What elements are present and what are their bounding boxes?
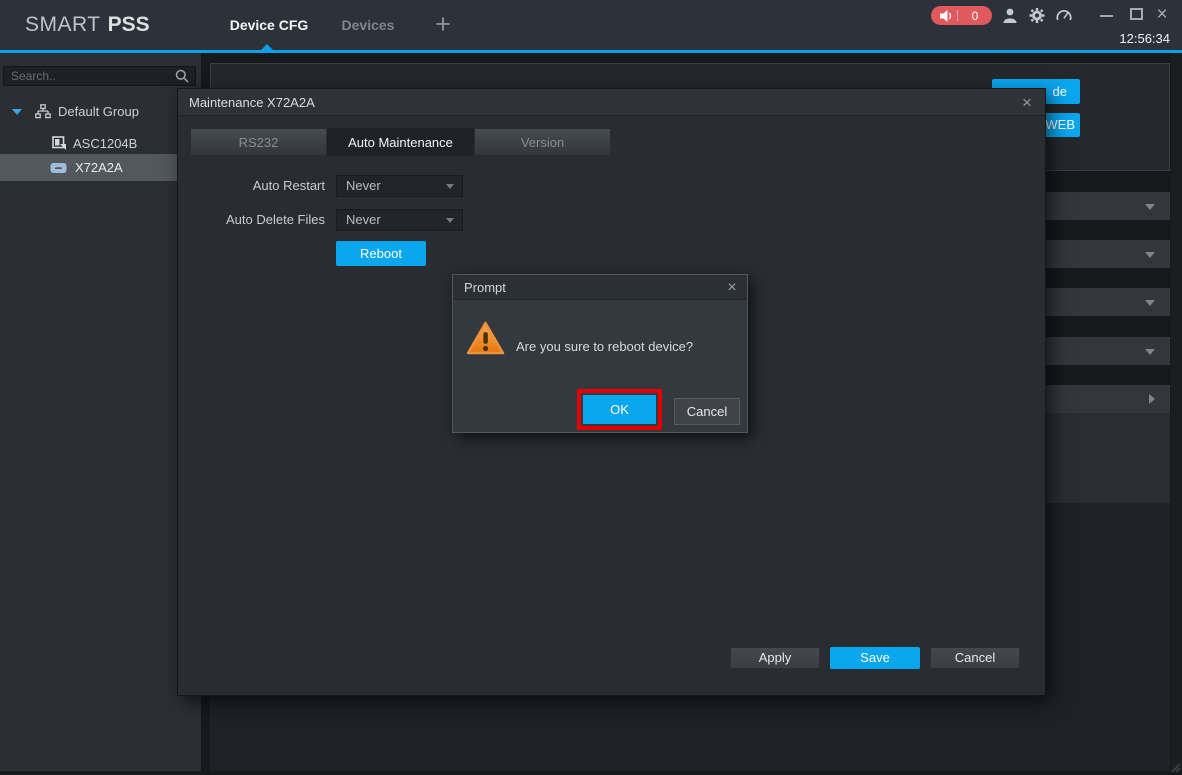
expand-caret-icon[interactable] (12, 108, 22, 115)
selected-value: Never (346, 212, 381, 227)
alarm-count: 0 (971, 8, 979, 23)
prompt-message: Are you sure to reboot device? (516, 339, 694, 354)
dialog-title: Maintenance X72A2A (189, 95, 315, 110)
tab-devices[interactable]: Devices (336, 0, 400, 50)
device-label: ASC1204B (73, 136, 138, 151)
cancel-button[interactable]: Cancel (930, 647, 1020, 669)
tree-item-default-group[interactable]: Default Group (0, 98, 201, 125)
user-icon[interactable] (1002, 7, 1018, 24)
save-button[interactable]: Save (830, 647, 920, 669)
right-gutter (1171, 53, 1182, 771)
apply-button[interactable]: Apply (730, 647, 820, 669)
search-box[interactable] (3, 66, 196, 86)
gear-icon[interactable] (1029, 7, 1045, 24)
gauge-icon[interactable] (1056, 7, 1072, 24)
controller-device-icon (52, 136, 66, 150)
app-window: SMART PSS Device CFG Devices + 0 × 12:56… (0, 0, 1182, 775)
prompt-dialog: Prompt × Are you sure to reboot device? … (452, 274, 748, 433)
device-tree-sidebar: Default Group ASC1204B X72A2A (0, 53, 201, 771)
auto-restart-label: Auto Restart (252, 178, 325, 193)
ok-button[interactable]: OK (583, 395, 656, 424)
auto-restart-select[interactable]: Never (336, 175, 463, 197)
warning-icon (466, 321, 505, 355)
prompt-close-icon[interactable]: × (721, 275, 743, 300)
chevron-down-icon (446, 218, 454, 223)
tree-item-asc1204b[interactable]: ASC1204B (0, 130, 201, 157)
auto-delete-files-select[interactable]: Never (336, 209, 463, 231)
tab-auto-maintenance[interactable]: Auto Maintenance (327, 128, 474, 156)
app-logo: SMART PSS (25, 0, 150, 50)
click-target-annotation: OK (577, 389, 662, 430)
dialog-close-icon[interactable]: × (1015, 89, 1039, 116)
tab-rs232[interactable]: RS232 (190, 128, 327, 156)
search-icon[interactable] (175, 69, 189, 83)
resize-grip[interactable] (1168, 760, 1180, 772)
prompt-title-bar[interactable]: Prompt × (453, 275, 747, 300)
prompt-title: Prompt (464, 280, 506, 295)
group-label: Default Group (58, 104, 139, 119)
prompt-cancel-button[interactable]: Cancel (674, 398, 740, 425)
clock: 12:56:34 (1119, 31, 1170, 46)
dialog-title-bar[interactable]: Maintenance X72A2A × (178, 89, 1045, 116)
chevron-right-icon[interactable] (1149, 394, 1155, 404)
window-close-button[interactable]: × (1152, 2, 1172, 28)
device-label: X72A2A (75, 160, 123, 175)
speaker-icon (940, 9, 952, 22)
group-icon (35, 104, 51, 119)
chevron-down-icon[interactable] (1145, 252, 1155, 258)
device-icon (50, 162, 67, 173)
chevron-down-icon[interactable] (1145, 300, 1155, 306)
selected-value: Never (346, 178, 381, 193)
reboot-button[interactable]: Reboot (336, 241, 426, 266)
top-bar: SMART PSS Device CFG Devices + 0 × 12:56… (0, 0, 1182, 53)
tab-version[interactable]: Version (474, 128, 611, 156)
logo-smart: SMART (25, 13, 101, 36)
tab-device-cfg[interactable]: Device CFG (224, 0, 314, 50)
maximize-button[interactable] (1130, 8, 1143, 20)
logo-pss: PSS (107, 13, 150, 36)
chevron-down-icon[interactable] (1145, 349, 1155, 355)
chevron-down-icon (446, 184, 454, 189)
search-input[interactable] (4, 69, 175, 83)
minimize-button[interactable] (1100, 15, 1113, 17)
window-bottom-edge (0, 771, 1182, 775)
auto-delete-files-label: Auto Delete Files (226, 212, 325, 227)
chevron-down-icon[interactable] (1145, 204, 1155, 210)
add-tab-button[interactable]: + (430, 0, 456, 50)
tree-item-x72a2a-selected[interactable]: X72A2A (0, 154, 177, 181)
alarm-badge-button[interactable]: 0 (931, 6, 992, 25)
